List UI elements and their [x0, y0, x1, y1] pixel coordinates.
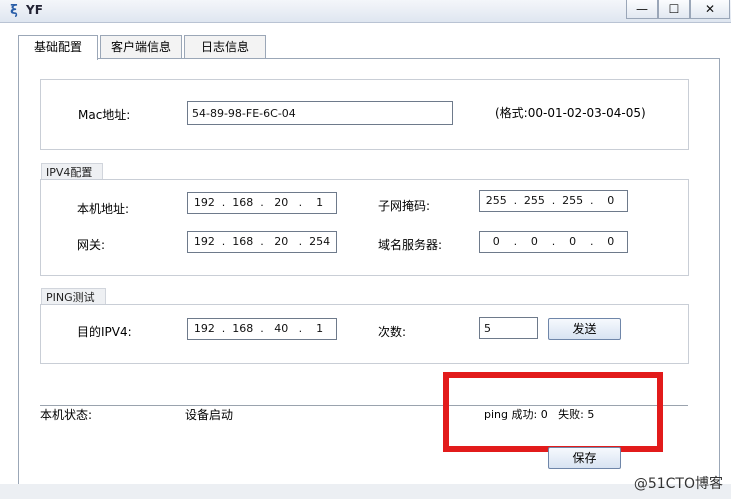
app-logo-icon: ξ: [10, 3, 18, 18]
mac-format-hint: (格式:00-01-02-03-04-05): [495, 106, 646, 120]
gateway-label: 网关:: [77, 238, 106, 252]
ping-count-label: 次数:: [378, 325, 407, 339]
ip-octet: 20: [274, 235, 289, 248]
ip-octet: 168: [232, 235, 254, 248]
title-bar: ξ YF — ☐ ✕: [0, 0, 731, 23]
ip-octet: 168: [232, 322, 254, 335]
dns-server-input[interactable]: 0. 0. 0. 0: [479, 231, 628, 253]
target-ip-label: 目的IPV4:: [77, 325, 132, 339]
ip-octet: 0: [569, 235, 577, 248]
save-button[interactable]: 保存: [548, 447, 621, 469]
local-ip-label: 本机地址:: [77, 202, 130, 216]
send-button[interactable]: 发送: [548, 318, 621, 340]
window-bottom-edge: [0, 484, 731, 499]
tab-basic-config[interactable]: 基础配置: [18, 35, 98, 60]
ip-octet: 40: [274, 322, 289, 335]
tab-client-info[interactable]: 客户端信息: [100, 35, 182, 58]
maximize-button[interactable]: ☐: [658, 0, 690, 19]
highlight-box: [443, 372, 663, 452]
mac-label: Mac地址:: [78, 108, 131, 122]
minimize-button[interactable]: —: [626, 0, 658, 19]
ip-octet: 0: [607, 194, 615, 207]
ping-count-input[interactable]: 5: [479, 317, 538, 339]
ip-octet: 192: [193, 196, 215, 209]
ip-octet: 1: [316, 322, 324, 335]
local-status-value: 设备启动: [185, 408, 234, 422]
gateway-input[interactable]: 192. 168. 20. 254: [187, 231, 337, 253]
ip-octet: 192: [193, 322, 215, 335]
ip-octet: 255: [523, 194, 545, 207]
window-title: YF: [26, 3, 43, 17]
ip-octet: 0: [492, 235, 500, 248]
watermark-text: @51CTO博客: [633, 476, 723, 492]
dns-server-label: 域名服务器:: [378, 238, 443, 252]
ip-octet: 1: [316, 196, 324, 209]
ip-octet: 254: [309, 235, 331, 248]
app-window: ξ YF — ☐ ✕ 基础配置 客户端信息 日志信息 Mac地址: 54-89-…: [0, 0, 731, 499]
close-button[interactable]: ✕: [690, 0, 730, 19]
ip-octet: 255: [562, 194, 584, 207]
local-status-label: 本机状态:: [40, 408, 93, 422]
target-ip-input[interactable]: 192. 168. 40. 1: [187, 318, 337, 340]
ip-octet: 168: [232, 196, 254, 209]
mac-input[interactable]: 54-89-98-FE-6C-04: [187, 101, 453, 125]
ip-octet: 0: [607, 235, 615, 248]
local-ip-input[interactable]: 192. 168. 20. 1: [187, 192, 337, 214]
ip-octet: 20: [274, 196, 289, 209]
ip-octet: 255: [485, 194, 507, 207]
tab-log-info[interactable]: 日志信息: [184, 35, 266, 58]
ip-octet: 192: [193, 235, 215, 248]
ip-octet: 0: [530, 235, 538, 248]
subnet-mask-label: 子网掩码:: [378, 199, 431, 213]
subnet-mask-input[interactable]: 255. 255. 255. 0: [479, 190, 628, 212]
